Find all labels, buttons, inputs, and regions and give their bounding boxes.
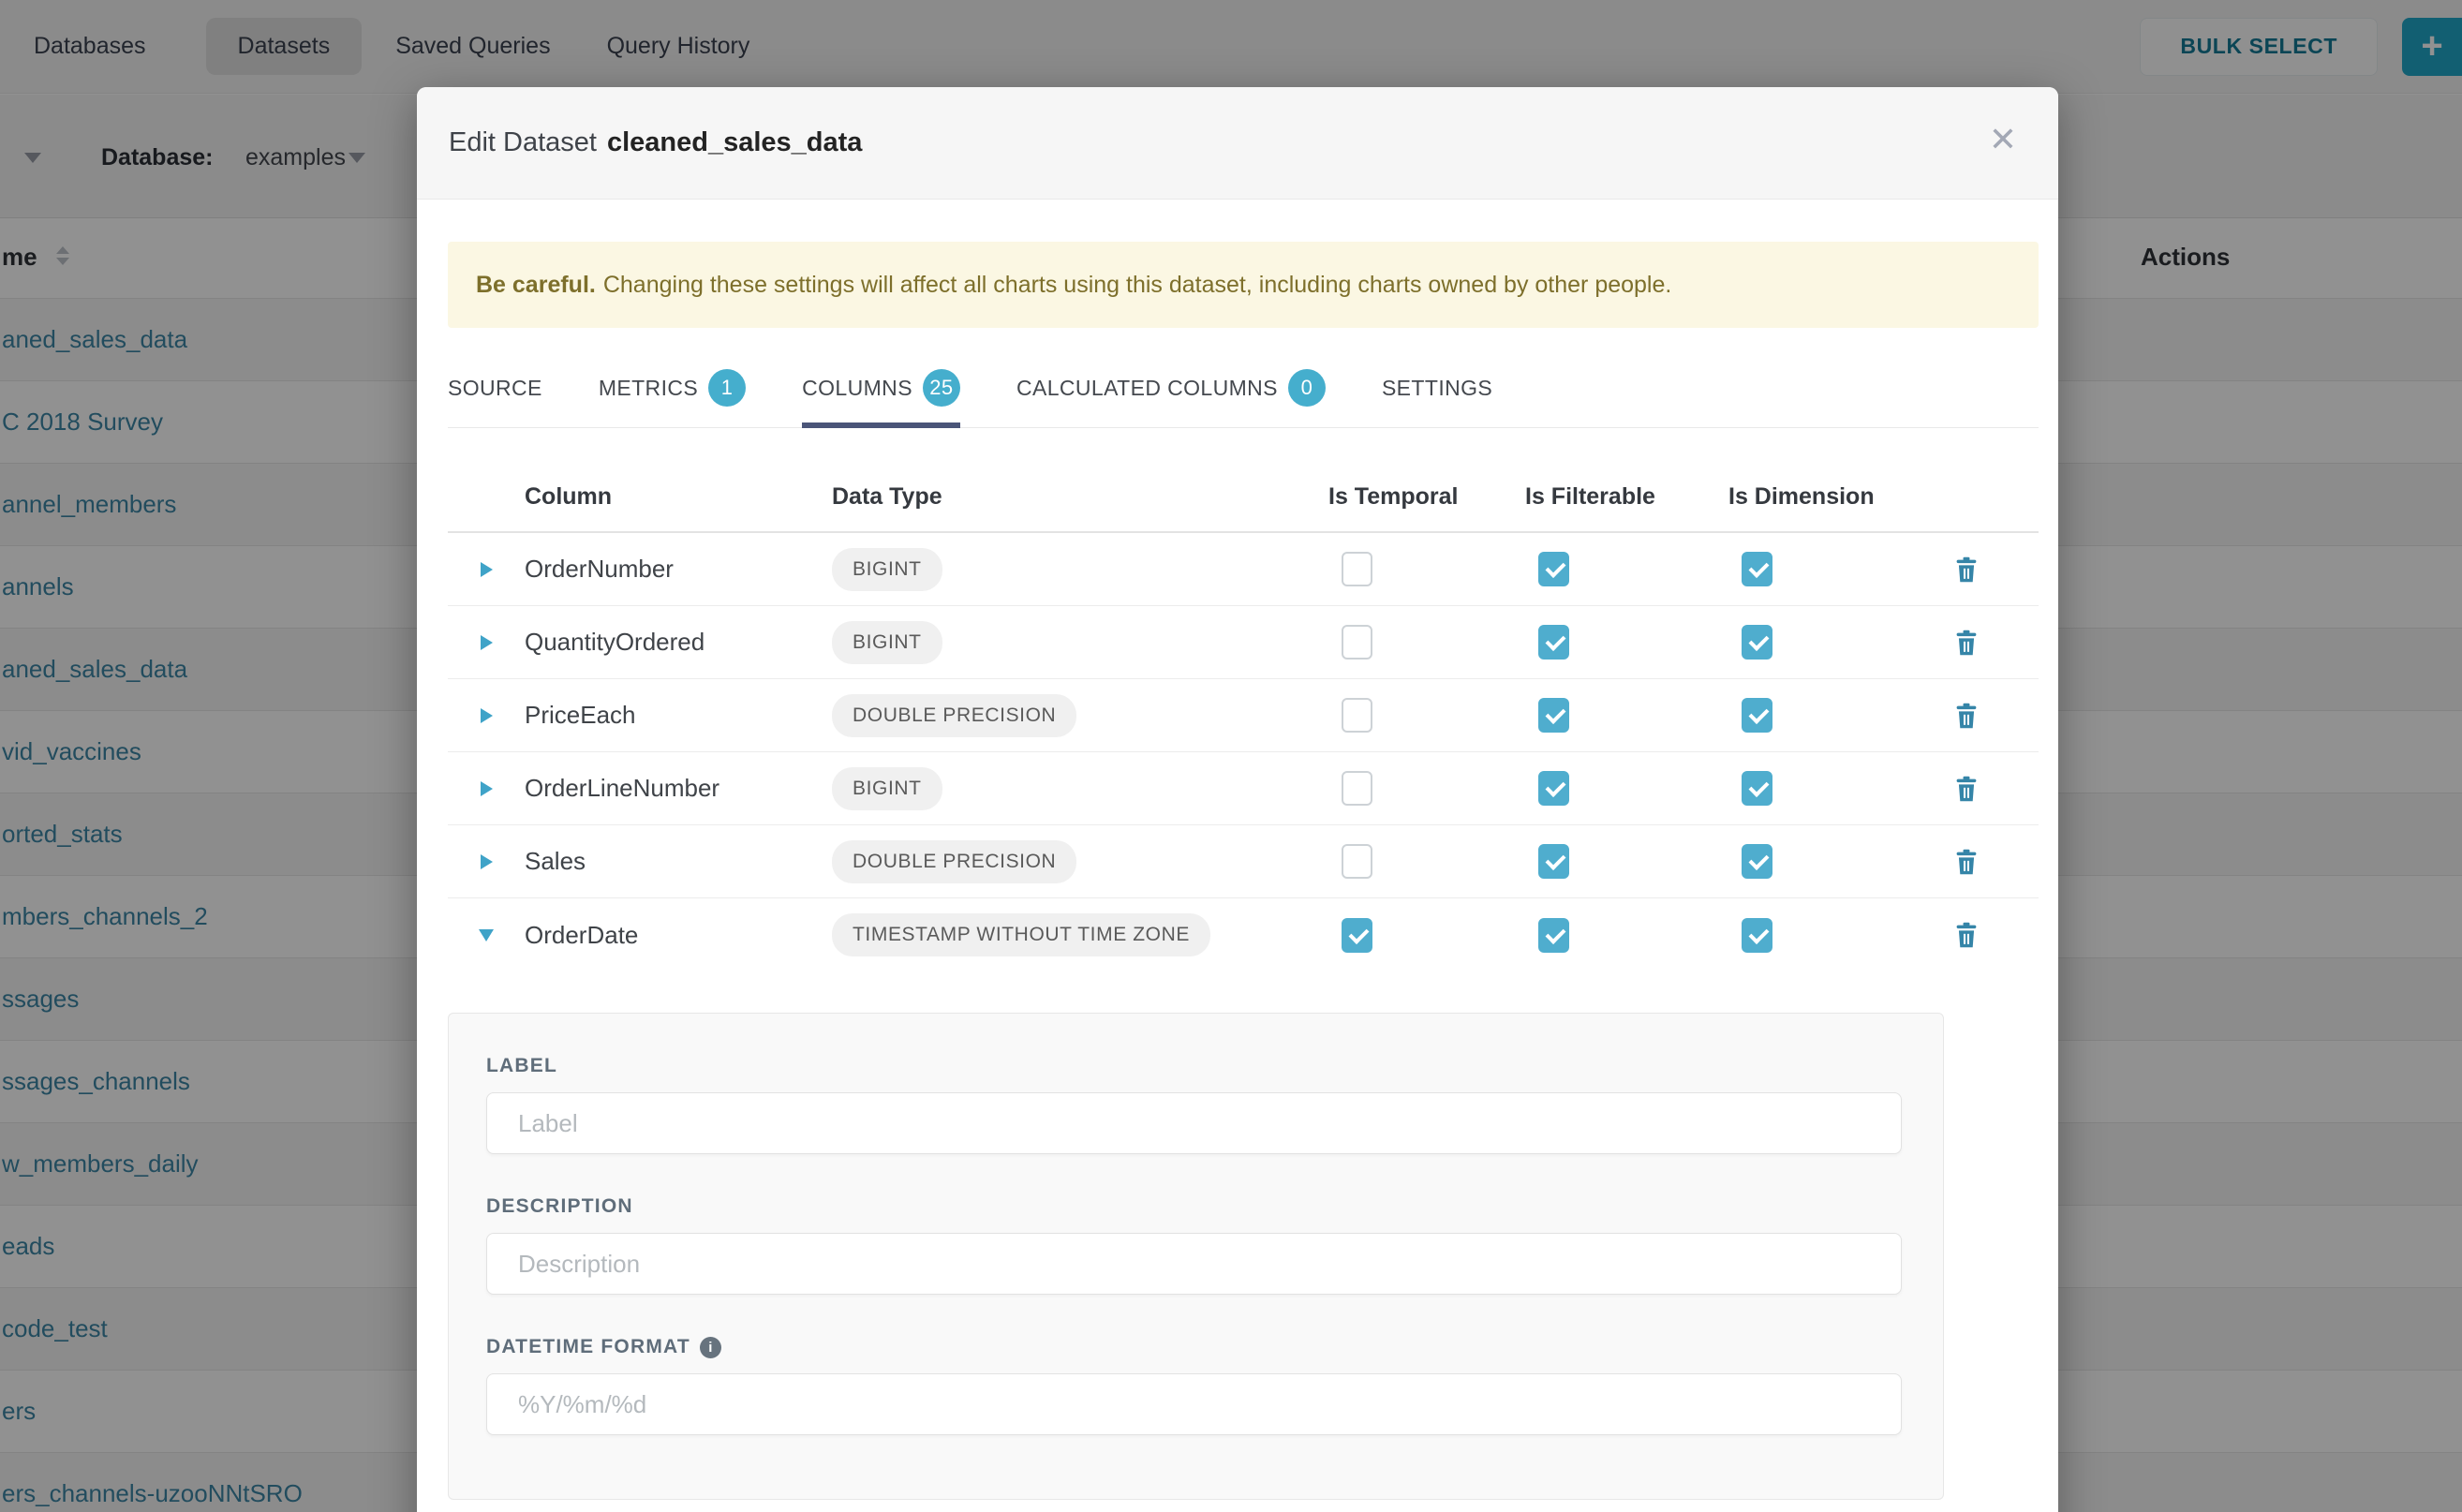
column-row-sales: SalesDOUBLE PRECISION <box>448 825 2039 898</box>
column-header: Column <box>525 483 832 511</box>
data-type-header: Data Type <box>832 483 1328 511</box>
screen: DatabasesDatasetsSaved QueriesQuery Hist… <box>0 0 2462 1512</box>
is-temporal-checkbox[interactable] <box>1342 625 1372 660</box>
modal-title-dataset-name: cleaned_sales_data <box>607 127 862 158</box>
collapse-caret-icon[interactable] <box>479 929 494 941</box>
is-dimension-checkbox[interactable] <box>1742 698 1772 733</box>
column-name: OrderLineNumber <box>525 774 832 803</box>
delete-column-icon[interactable] <box>1942 921 1980 949</box>
warning-banner: Be careful. Changing these settings will… <box>448 242 2039 328</box>
is-temporal-header: Is Temporal <box>1328 483 1525 511</box>
close-icon[interactable]: ✕ <box>1989 123 2017 156</box>
tab-count-badge: 0 <box>1288 369 1326 407</box>
is-filterable-checkbox[interactable] <box>1538 771 1569 806</box>
is-temporal-checkbox[interactable] <box>1342 918 1372 953</box>
delete-column-icon[interactable] <box>1942 629 1980 657</box>
warning-text: Changing these settings will affect all … <box>603 272 1672 299</box>
column-row-priceeach: PriceEachDOUBLE PRECISION <box>448 679 2039 752</box>
tab-metrics[interactable]: METRICS 1 <box>599 369 746 428</box>
modal-body: Be careful. Changing these settings will… <box>417 242 2058 1500</box>
tab-label: SETTINGS <box>1382 376 1492 401</box>
delete-column-icon[interactable] <box>1942 775 1980 803</box>
column-name: PriceEach <box>525 701 832 730</box>
tab-label: COLUMNS <box>802 376 912 401</box>
expand-caret-icon[interactable] <box>481 708 493 723</box>
tab-count-badge: 25 <box>923 369 960 407</box>
columns-table: Column Data Type Is Temporal Is Filterab… <box>448 462 2039 971</box>
is-filterable-checkbox[interactable] <box>1538 844 1569 879</box>
is-filterable-checkbox[interactable] <box>1538 918 1569 953</box>
tab-settings[interactable]: SETTINGS <box>1382 369 1492 428</box>
modal-header: Edit Dataset cleaned_sales_data ✕ <box>417 87 2058 200</box>
tab-columns[interactable]: COLUMNS 25 <box>802 369 960 428</box>
column-row-ordernumber: OrderNumberBIGINT <box>448 533 2039 606</box>
data-type-pill: DOUBLE PRECISION <box>832 840 1076 883</box>
is-temporal-checkbox[interactable] <box>1342 844 1372 879</box>
data-type-pill: TIMESTAMP WITHOUT TIME ZONE <box>832 913 1210 956</box>
tab-label: SOURCE <box>448 376 542 401</box>
delete-column-icon[interactable] <box>1942 702 1980 730</box>
column-row-quantityordered: QuantityOrderedBIGINT <box>448 606 2039 679</box>
datetime-format-input[interactable] <box>486 1373 1902 1435</box>
is-filterable-checkbox[interactable] <box>1538 698 1569 733</box>
delete-column-icon[interactable] <box>1942 848 1980 876</box>
datetime-format-field-label: DATETIME FORMAT i <box>486 1336 1902 1358</box>
tab-calculated-columns[interactable]: CALCULATED COLUMNS 0 <box>1016 369 1326 428</box>
column-name: OrderDate <box>525 921 832 950</box>
columns-table-header: Column Data Type Is Temporal Is Filterab… <box>448 462 2039 533</box>
column-name: Sales <box>525 847 832 876</box>
expand-caret-icon[interactable] <box>481 854 493 869</box>
expand-caret-icon[interactable] <box>481 562 493 577</box>
is-filterable-checkbox[interactable] <box>1538 625 1569 660</box>
is-dimension-checkbox[interactable] <box>1742 918 1772 953</box>
tab-source[interactable]: SOURCE <box>448 369 542 428</box>
is-dimension-checkbox[interactable] <box>1742 625 1772 660</box>
column-row-orderdate: OrderDateTIMESTAMP WITHOUT TIME ZONE <box>448 898 2039 971</box>
edit-dataset-modal: Edit Dataset cleaned_sales_data ✕ Be car… <box>417 87 2058 1512</box>
is-filterable-header: Is Filterable <box>1525 483 1728 511</box>
column-row-orderlinenumber: OrderLineNumberBIGINT <box>448 752 2039 825</box>
is-dimension-checkbox[interactable] <box>1742 844 1772 879</box>
modal-title: Edit Dataset <box>449 127 597 158</box>
is-dimension-header: Is Dimension <box>1728 483 1942 511</box>
data-type-pill: BIGINT <box>832 621 942 664</box>
is-temporal-checkbox[interactable] <box>1342 552 1372 586</box>
description-field-label: DESCRIPTION <box>486 1195 1902 1218</box>
column-name: QuantityOrdered <box>525 628 832 657</box>
label-input[interactable] <box>486 1092 1902 1154</box>
is-temporal-checkbox[interactable] <box>1342 698 1372 733</box>
expand-caret-icon[interactable] <box>481 635 493 650</box>
tab-count-badge: 1 <box>708 369 746 407</box>
expand-caret-icon[interactable] <box>481 781 493 796</box>
info-icon[interactable]: i <box>700 1337 721 1358</box>
column-name: OrderNumber <box>525 555 832 584</box>
is-temporal-checkbox[interactable] <box>1342 771 1372 806</box>
data-type-pill: BIGINT <box>832 767 942 810</box>
datetime-format-label-text: DATETIME FORMAT <box>486 1336 690 1358</box>
warning-bold-text: Be careful. <box>476 272 596 299</box>
data-type-pill: DOUBLE PRECISION <box>832 694 1076 737</box>
description-input[interactable] <box>486 1233 1902 1295</box>
columns-table-rows: OrderNumberBIGINTQuantityOrderedBIGINTPr… <box>448 533 2039 971</box>
is-dimension-checkbox[interactable] <box>1742 771 1772 806</box>
data-type-pill: BIGINT <box>832 548 942 591</box>
column-detail-panel: LABEL DESCRIPTION DATETIME FORMAT i <box>448 1013 1944 1500</box>
modal-tabs: SOURCE METRICS 1 COLUMNS 25 CALCULATED COLUMN… <box>448 369 2039 428</box>
label-field-label: LABEL <box>486 1055 1902 1077</box>
is-filterable-checkbox[interactable] <box>1538 552 1569 586</box>
tab-label: CALCULATED COLUMNS <box>1016 376 1278 401</box>
tab-label: METRICS <box>599 376 698 401</box>
delete-column-icon[interactable] <box>1942 556 1980 584</box>
is-dimension-checkbox[interactable] <box>1742 552 1772 586</box>
